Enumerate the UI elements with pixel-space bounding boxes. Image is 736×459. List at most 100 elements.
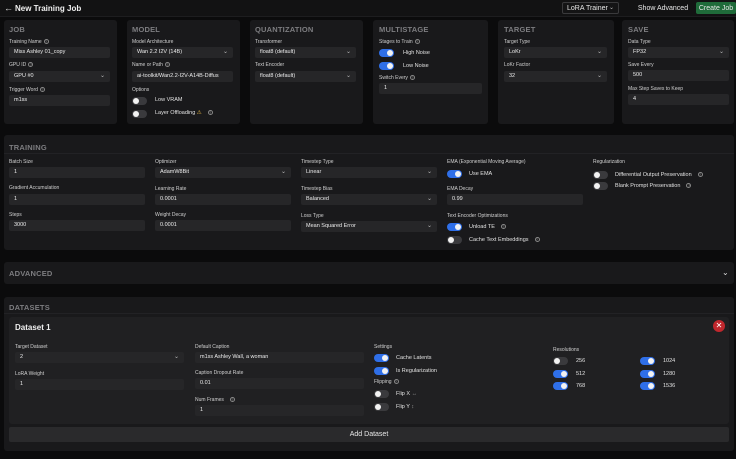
low-noise-toggle[interactable]	[379, 62, 394, 70]
switch-every-label: Switch Every?	[379, 75, 415, 81]
loss-type-select[interactable]: Mean Squared Error ⌄	[301, 221, 437, 232]
timestep-bias-label: Timestep Bias	[301, 186, 333, 192]
timestep-bias-value: Balanced	[306, 196, 329, 202]
chevron-down-icon: ⌄	[426, 169, 432, 175]
caption-dropout-input[interactable]: 0.01	[195, 378, 364, 389]
target-dataset-label: Target Dataset	[15, 344, 48, 350]
advanced-panel[interactable]	[4, 262, 734, 284]
cache-latents-label: Cache Latents	[396, 355, 432, 361]
is-regularization-toggle[interactable]	[374, 367, 389, 375]
text-encoder-value: float8 (default)	[260, 73, 296, 79]
target-dataset-select[interactable]: 2 ⌄	[15, 352, 184, 363]
help-icon: ?	[39, 87, 45, 93]
default-caption-input[interactable]: m1ss Ashley Wall, a woman	[195, 352, 364, 363]
unload-te-toggle[interactable]	[447, 223, 462, 231]
res-256-toggle[interactable]	[553, 357, 568, 365]
transformer-value: float8 (default)	[260, 49, 296, 55]
diff-output-label: Differential Output Preservation?	[615, 172, 703, 178]
optimizer-value: AdamW8Bit	[160, 169, 190, 175]
res-1280-toggle[interactable]	[640, 370, 655, 378]
text-encoder-select[interactable]: float8 (default) ⌄	[255, 71, 356, 82]
help-icon: ?	[686, 183, 692, 189]
lora-weight-input[interactable]: 1	[15, 379, 184, 390]
target-type-select[interactable]: LoKr ⌄	[504, 47, 607, 58]
add-dataset-button[interactable]: Add Dataset	[9, 427, 729, 442]
resolutions-label: Resolutions	[553, 347, 580, 353]
data-type-value: FP32	[633, 49, 647, 55]
target-title: TARGET	[504, 25, 536, 34]
dataset-card	[9, 317, 729, 424]
cache-te-label: Cache Text Embeddings?	[469, 237, 540, 243]
low-noise-label: Low Noise	[403, 63, 429, 69]
loss-type-label: Loss Type	[301, 213, 324, 219]
switch-every-input[interactable]: 1	[379, 83, 482, 94]
data-type-select[interactable]: FP32 ⌄	[628, 47, 729, 58]
layer-offloading-label: Layer Offloading ⚠?	[155, 110, 213, 116]
target-type-label: Target Type	[504, 39, 531, 45]
model-path-input[interactable]: ai-toolkit/Wan2.2-I2V-A14B-Diffus	[132, 71, 233, 82]
show-advanced-button[interactable]: Show Advanced	[634, 2, 692, 14]
trainer-select-value: LoRA Trainer	[567, 4, 608, 12]
job-title: JOB	[9, 25, 26, 34]
transformer-select[interactable]: float8 (default) ⌄	[255, 47, 356, 58]
batch-size-input[interactable]: 1	[9, 167, 145, 178]
steps-label: Steps	[9, 212, 22, 218]
res-1024-toggle[interactable]	[640, 357, 655, 365]
timestep-type-label: Timestep Type	[301, 159, 334, 165]
low-vram-toggle[interactable]	[132, 97, 147, 105]
timestep-type-select[interactable]: Linear ⌄	[301, 167, 437, 178]
max-saves-label: Max Step Saves to Keep	[628, 86, 684, 92]
gpu-select[interactable]: GPU #0 ⌄	[9, 71, 110, 82]
help-icon: ?	[697, 172, 703, 178]
chevron-down-icon: ⌄	[222, 49, 228, 55]
ema-decay-input[interactable]: 0.99	[447, 194, 583, 205]
data-type-label: Data Type	[628, 39, 651, 45]
max-saves-input[interactable]: 4	[628, 94, 729, 105]
help-icon: ?	[393, 379, 399, 385]
target-dataset-value: 2	[20, 354, 24, 360]
chevron-down-icon[interactable]: ⌄	[722, 268, 729, 277]
high-noise-toggle[interactable]	[379, 49, 394, 57]
training-name-input[interactable]: Miss Ashley 01_copy	[9, 47, 110, 58]
res-768-toggle[interactable]	[553, 382, 568, 390]
res-512-toggle[interactable]	[553, 370, 568, 378]
trigger-word-input[interactable]: m1ss	[9, 95, 110, 106]
grad-accum-input[interactable]: 1	[9, 194, 145, 205]
num-frames-label: Num Frames?	[195, 397, 235, 403]
cache-latents-toggle[interactable]	[374, 354, 389, 362]
flip-y-toggle[interactable]	[374, 403, 389, 411]
lokr-factor-select[interactable]: 32 ⌄	[504, 71, 607, 82]
model-arch-select[interactable]: Wan 2.2 I2V (14B) ⌄	[132, 47, 233, 58]
blank-prompt-toggle[interactable]	[593, 182, 608, 190]
ema-decay-label: EMA Decay	[447, 186, 474, 192]
layer-offloading-toggle[interactable]	[132, 110, 147, 118]
timestep-bias-select[interactable]: Balanced ⌄	[301, 194, 437, 205]
optimizer-label: Optimizer	[155, 159, 177, 165]
back-arrow-icon[interactable]: ←	[4, 3, 13, 13]
learning-rate-label: Learning Rate	[155, 186, 187, 192]
cache-te-toggle[interactable]	[447, 236, 462, 244]
create-job-button[interactable]: Create Job	[696, 2, 736, 14]
chevron-down-icon: ⌄	[596, 49, 602, 55]
save-every-input[interactable]: 500	[628, 70, 729, 81]
learning-rate-input[interactable]: 0.0001	[155, 194, 291, 205]
unload-te-label: Unload TE?	[469, 224, 506, 230]
close-icon[interactable]: ✕	[713, 320, 725, 332]
optimizer-select[interactable]: AdamW8Bit ⌄	[155, 167, 291, 178]
steps-input[interactable]: 3000	[9, 220, 145, 231]
num-frames-input[interactable]: 1	[195, 405, 364, 416]
chevron-down-icon: ⌄	[718, 49, 724, 55]
trainer-select[interactable]: LoRA Trainer ⌄	[562, 2, 619, 14]
flip-x-toggle[interactable]	[374, 390, 389, 398]
chevron-down-icon: ⌄	[608, 5, 614, 11]
diff-output-toggle[interactable]	[593, 171, 608, 179]
multistage-panel	[373, 20, 488, 124]
divider	[4, 313, 734, 314]
training-title: TRAINING	[9, 143, 47, 152]
weight-decay-input[interactable]: 0.0001	[155, 220, 291, 231]
advanced-title: ADVANCED	[9, 269, 53, 278]
page-title: New Training Job	[15, 4, 82, 13]
multistage-title: MULTISTAGE	[379, 25, 429, 34]
use-ema-toggle[interactable]	[447, 170, 462, 178]
res-1536-toggle[interactable]	[640, 382, 655, 390]
